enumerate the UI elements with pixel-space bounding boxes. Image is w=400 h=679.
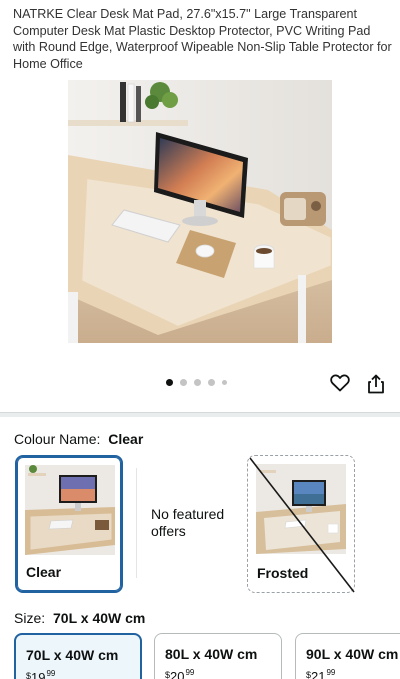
size-row: Size: 70L x 40W cm: [14, 610, 145, 626]
size-option-70x40[interactable]: 70L x 40W cm $1999: [14, 633, 142, 679]
section-divider: [0, 412, 400, 417]
size-option-price: $2199: [306, 668, 336, 679]
size-option-price: $2099: [165, 668, 195, 679]
colour-option-label: Frosted: [257, 565, 309, 581]
size-option-80x40[interactable]: 80L x 40W cm $2099: [154, 633, 282, 679]
colour-label: Colour Name:: [14, 431, 101, 447]
product-title: NATRKE Clear Desk Mat Pad, 27.6"x15.7" L…: [13, 7, 392, 71]
carousel-dot: [194, 379, 201, 386]
carousel-dot: [208, 379, 215, 386]
image-carousel-indicator: [166, 379, 227, 386]
swatch-separator: [136, 468, 137, 578]
size-option-label: 70L x 40W cm: [26, 647, 119, 663]
clear-mat-thumbnail: [25, 465, 115, 555]
heart-icon[interactable]: [328, 371, 352, 395]
colour-option-clear[interactable]: Clear: [15, 455, 123, 593]
colour-name-row: Colour Name: Clear: [14, 431, 143, 447]
size-option-price: $1999: [26, 669, 56, 679]
size-option-label: 80L x 40W cm: [165, 646, 258, 662]
colour-option-frosted[interactable]: Frosted: [247, 455, 355, 593]
share-icon[interactable]: [364, 372, 388, 396]
product-image[interactable]: [68, 80, 332, 343]
no-featured-offers-text: No featured offers: [151, 506, 225, 539]
desk-mat-photo: [68, 80, 332, 343]
carousel-dot: [180, 379, 187, 386]
size-option-label: 90L x 40W cm: [306, 646, 399, 662]
carousel-dot-active: [166, 379, 173, 386]
size-selected-value: 70L x 40W cm: [53, 610, 146, 626]
colour-selected-value: Clear: [108, 431, 144, 447]
carousel-dot: [222, 380, 227, 385]
size-option-90x40[interactable]: 90L x 40W cm $2199: [295, 633, 400, 679]
size-label: Size:: [14, 610, 46, 626]
colour-option-label: Clear: [26, 564, 62, 580]
